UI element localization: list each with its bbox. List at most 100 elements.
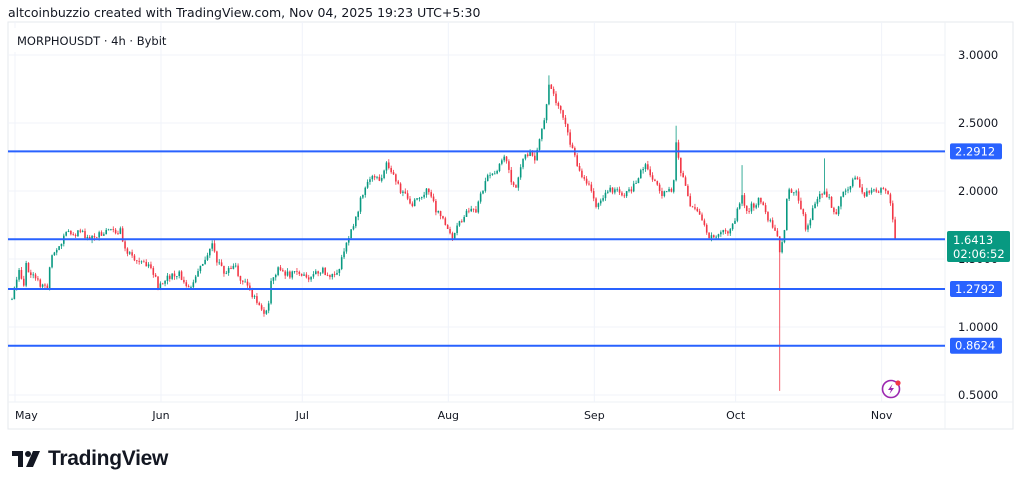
candle-body [180, 271, 183, 280]
candle-body [383, 170, 385, 179]
candle-body [133, 255, 136, 261]
candle-body [84, 231, 86, 239]
candle-body [444, 218, 447, 225]
candle-body [317, 271, 319, 274]
candle [77, 229, 79, 237]
candle-body [717, 234, 720, 237]
candle-body [482, 190, 484, 194]
candle-body [715, 236, 717, 238]
candle-body [18, 270, 20, 280]
candle-body [465, 210, 468, 217]
price-tick-label: 0.5000 [958, 388, 998, 402]
candle-body [364, 187, 367, 195]
candle-body [411, 203, 414, 207]
price-tick-label: 2.5000 [958, 116, 998, 130]
candle-body [760, 197, 762, 203]
candle [498, 163, 501, 173]
candle-body [581, 170, 583, 178]
candle-body [338, 269, 341, 273]
candle-body [720, 232, 722, 235]
candle [538, 138, 541, 152]
candle-body [618, 189, 621, 193]
candle-body [809, 220, 812, 226]
candle [477, 200, 480, 214]
candle-body [793, 192, 795, 194]
candle-body [826, 191, 828, 197]
candle-body [797, 191, 800, 201]
candle [804, 212, 807, 232]
candle [708, 232, 710, 239]
tradingview-logo[interactable]: TradingView [12, 447, 168, 471]
candle-body [20, 270, 23, 279]
price-chart[interactable]: 2.29121.64481.27920.8624 3.00002.50002.0… [0, 0, 1024, 487]
candle-body [310, 276, 312, 280]
candle-body [821, 193, 823, 195]
candle-body [449, 228, 451, 234]
candle-body [625, 191, 628, 197]
candle-body [663, 191, 666, 197]
candle-body [157, 276, 159, 289]
candle-body [781, 242, 783, 253]
last-price-label: 1.6413 [953, 233, 993, 247]
candle-body [814, 203, 816, 209]
candle-body [870, 190, 873, 193]
time-tick-label: May [15, 409, 38, 422]
candle-body [501, 160, 503, 164]
candle-body [682, 173, 684, 178]
candle-body [555, 93, 557, 103]
candle-body [190, 287, 192, 288]
price-tick-label: 2.0000 [958, 184, 998, 198]
candle-body [856, 177, 859, 180]
candle-body [161, 283, 164, 285]
candle-body [435, 200, 437, 213]
candle-body [326, 274, 329, 276]
candle-body [314, 271, 317, 275]
candle-body [371, 176, 374, 180]
candle [180, 270, 183, 281]
candle-body [658, 184, 661, 191]
candle-body [468, 210, 470, 212]
candle-body [227, 267, 230, 273]
candle [891, 200, 894, 223]
level-price-label: 0.8624 [955, 339, 995, 353]
candle-body [385, 162, 388, 171]
candle-body [696, 208, 699, 212]
candle-body [11, 299, 13, 300]
candle-body [232, 265, 235, 269]
candle-body [741, 195, 743, 204]
candle-body [437, 211, 440, 213]
candle-body [216, 251, 218, 263]
candle-body [632, 183, 635, 192]
candle-body [60, 243, 63, 247]
time-tick-label: Nov [871, 409, 893, 422]
candle-body [241, 280, 244, 282]
candle-body [484, 181, 487, 191]
candle-body [736, 208, 739, 221]
candle-body [628, 189, 630, 192]
candle-body [583, 177, 586, 179]
candle-body [192, 282, 195, 288]
candle-body [213, 243, 216, 252]
candle-body [607, 191, 609, 193]
candle-body [340, 257, 343, 270]
candle-body [345, 242, 348, 252]
candle [677, 139, 680, 160]
candle-body [86, 237, 89, 239]
candle-body [27, 262, 30, 273]
candle-body [590, 184, 593, 191]
time-tick-label: Jun [151, 409, 169, 422]
candle-body [307, 277, 310, 280]
candle-body [81, 231, 84, 232]
price-tick-label: 1.0000 [958, 320, 998, 334]
candle-body [552, 88, 555, 94]
candle-body [880, 188, 882, 193]
candle-body [705, 224, 708, 233]
candle-body [136, 260, 138, 262]
candle-body [767, 212, 769, 221]
candle-body [413, 199, 416, 207]
candle-body [689, 196, 692, 207]
candle-body [738, 203, 741, 209]
candle-body [877, 191, 880, 193]
candle-body [442, 216, 444, 219]
candle-body [197, 271, 199, 277]
